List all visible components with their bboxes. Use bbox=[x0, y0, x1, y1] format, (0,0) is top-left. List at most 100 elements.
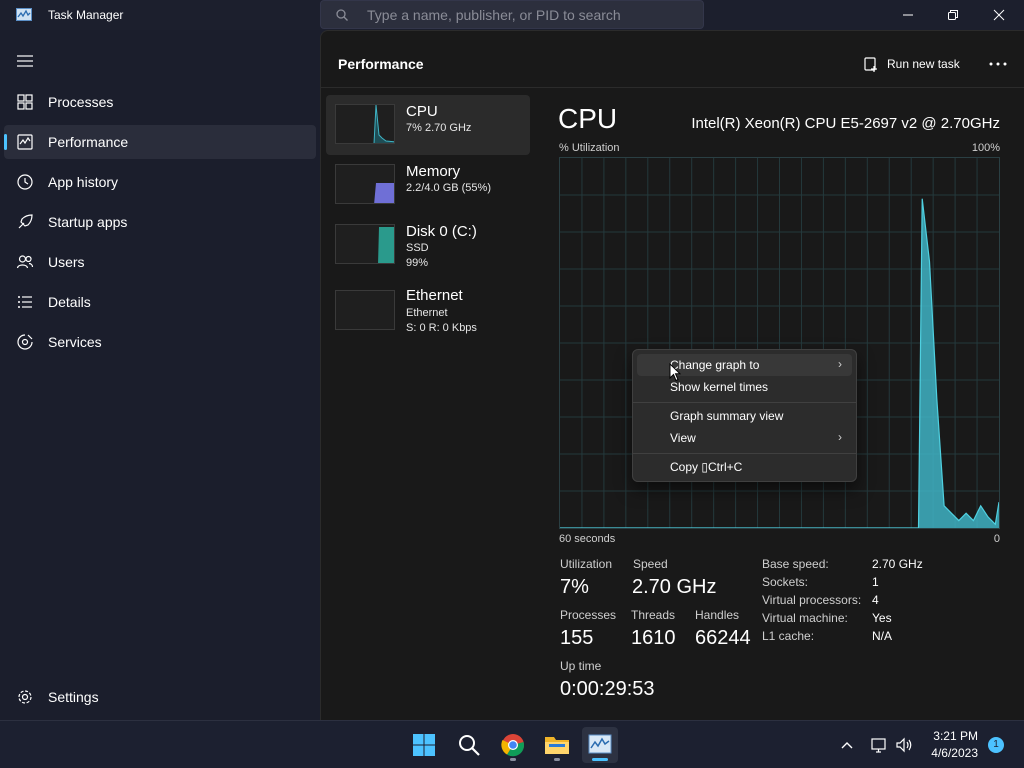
search-icon bbox=[336, 9, 348, 21]
clock-time[interactable]: 3:21 PM bbox=[920, 729, 978, 743]
task-manager-icon bbox=[588, 734, 612, 754]
sidebar-item-label: App history bbox=[48, 174, 119, 190]
cpu-model: Intel(R) Xeon(R) CPU E5-2697 v2 @ 2.70GH… bbox=[691, 115, 1000, 132]
cpu-title: CPU bbox=[558, 103, 618, 134]
resource-detail: 99% bbox=[406, 257, 429, 269]
sidebar-item-label: Users bbox=[48, 254, 85, 270]
resource-ethernet[interactable]: Ethernet Ethernet S: 0 R: 0 Kbps bbox=[326, 281, 530, 341]
resource-detail: 2.2/4.0 GB (55%) bbox=[406, 182, 491, 194]
start-button[interactable] bbox=[406, 727, 442, 763]
minimize-icon bbox=[903, 14, 913, 16]
y-axis-max: 100% bbox=[971, 142, 1000, 154]
run-task-icon bbox=[864, 57, 877, 72]
resource-name: Ethernet bbox=[406, 287, 463, 304]
sidebar-item-details[interactable]: Details bbox=[4, 285, 316, 319]
page-title: Performance bbox=[338, 56, 424, 72]
sidebar: Processes Performance App history Startu… bbox=[0, 30, 320, 720]
clock-date[interactable]: 4/6/2023 bbox=[920, 746, 978, 760]
minimize-button[interactable] bbox=[885, 0, 931, 30]
maximize-button[interactable] bbox=[930, 0, 976, 30]
sidebar-item-services[interactable]: Services bbox=[4, 325, 316, 359]
processes-value: 155 bbox=[560, 627, 594, 649]
chevron-up-icon[interactable] bbox=[840, 738, 854, 752]
history-icon bbox=[17, 174, 33, 190]
speed-label: Speed bbox=[633, 557, 668, 571]
sidebar-item-label: Startup apps bbox=[48, 214, 128, 230]
hamburger-menu-icon[interactable] bbox=[16, 54, 34, 68]
menu-item-label: View bbox=[670, 431, 696, 445]
memory-thumbnail-graph bbox=[335, 164, 395, 204]
taskbar-app-file-explorer[interactable] bbox=[539, 727, 575, 763]
utilization-value: 7% bbox=[560, 576, 589, 598]
spec-label: Virtual processors: bbox=[762, 593, 862, 607]
taskbar-app-chrome[interactable] bbox=[495, 727, 531, 763]
taskbar-app-task-manager[interactable] bbox=[582, 727, 618, 763]
spec-value: N/A bbox=[872, 629, 893, 643]
context-menu: Change graph to › Show kernel times Grap… bbox=[632, 349, 857, 482]
sidebar-item-label: Processes bbox=[48, 94, 114, 110]
run-new-task-label: Run new task bbox=[887, 57, 960, 71]
resource-disk[interactable]: Disk 0 (C:) SSD 99% bbox=[326, 215, 530, 275]
processes-icon bbox=[17, 94, 33, 110]
header-divider bbox=[321, 87, 1024, 88]
menu-item-copy[interactable]: Copy ▯Ctrl+C bbox=[637, 456, 852, 478]
resource-cpu[interactable]: CPU 7% 2.70 GHz bbox=[326, 95, 530, 155]
spec-value: 2.70 GHz bbox=[872, 557, 923, 571]
cpu-thumbnail-graph bbox=[335, 104, 395, 144]
menu-item-label: Graph summary view bbox=[670, 409, 784, 423]
chevron-right-icon: › bbox=[838, 430, 842, 444]
threads-value: 1610 bbox=[631, 627, 676, 649]
sidebar-item-performance[interactable]: Performance bbox=[4, 125, 316, 159]
spec-value: 4 bbox=[872, 593, 879, 607]
running-indicator bbox=[592, 758, 608, 761]
resource-detail: S: 0 R: 0 Kbps bbox=[406, 322, 477, 334]
chevron-right-icon: › bbox=[838, 357, 842, 371]
resource-name: Disk 0 (C:) bbox=[406, 223, 477, 240]
resource-detail: SSD bbox=[406, 242, 429, 254]
users-icon bbox=[16, 255, 34, 269]
app-title: Task Manager bbox=[48, 8, 124, 22]
resource-name: Memory bbox=[406, 163, 461, 180]
sidebar-item-users[interactable]: Users bbox=[4, 245, 316, 279]
details-icon bbox=[18, 296, 32, 308]
spec-value: 1 bbox=[872, 575, 879, 589]
sidebar-item-settings[interactable]: Settings bbox=[4, 680, 316, 714]
resource-name: CPU bbox=[406, 103, 438, 120]
volume-icon[interactable] bbox=[895, 736, 913, 754]
menu-item-label: Show kernel times bbox=[670, 380, 769, 394]
taskbar-search-button[interactable] bbox=[451, 727, 487, 763]
search-box[interactable]: Type a name, publisher, or PID to search bbox=[320, 0, 704, 29]
taskbar: 3:21 PM 4/6/2023 1 bbox=[0, 720, 1024, 768]
y-axis-label: % Utilization bbox=[559, 142, 620, 154]
sidebar-item-startup-apps[interactable]: Startup apps bbox=[4, 205, 316, 239]
menu-item-label: Change graph to bbox=[670, 358, 760, 372]
file-explorer-icon bbox=[545, 737, 569, 754]
sidebar-item-label: Details bbox=[48, 294, 91, 310]
chrome-icon bbox=[501, 734, 525, 757]
menu-separator bbox=[633, 402, 856, 403]
x-axis-right-label: 0 bbox=[993, 533, 1000, 545]
handles-label: Handles bbox=[695, 608, 740, 622]
sidebar-item-app-history[interactable]: App history bbox=[4, 165, 316, 199]
resource-detail: Ethernet bbox=[406, 307, 448, 319]
gear-icon bbox=[18, 690, 32, 704]
run-new-task-button[interactable]: Run new task bbox=[863, 51, 960, 77]
network-icon[interactable] bbox=[870, 736, 888, 754]
menu-item-view[interactable]: View › bbox=[637, 427, 852, 449]
close-button[interactable] bbox=[976, 0, 1022, 30]
sidebar-item-processes[interactable]: Processes bbox=[4, 85, 316, 119]
ethernet-thumbnail-graph bbox=[335, 290, 395, 330]
spec-value: Yes bbox=[872, 611, 892, 625]
uptime-label: Up time bbox=[560, 659, 602, 673]
menu-item-graph-summary-view[interactable]: Graph summary view bbox=[637, 405, 852, 427]
spec-label: Virtual machine: bbox=[762, 611, 848, 625]
resource-memory[interactable]: Memory 2.2/4.0 GB (55%) bbox=[326, 155, 530, 215]
disk-thumbnail-graph bbox=[335, 224, 395, 264]
utilization-label: Utilization bbox=[560, 557, 613, 571]
running-indicator bbox=[554, 758, 560, 761]
uptime-value: 0:00:29:53 bbox=[560, 678, 655, 700]
more-options-icon[interactable] bbox=[985, 51, 1011, 77]
services-icon bbox=[17, 334, 33, 350]
notification-badge[interactable]: 1 bbox=[988, 737, 1004, 753]
speed-value: 2.70 GHz bbox=[632, 576, 717, 598]
